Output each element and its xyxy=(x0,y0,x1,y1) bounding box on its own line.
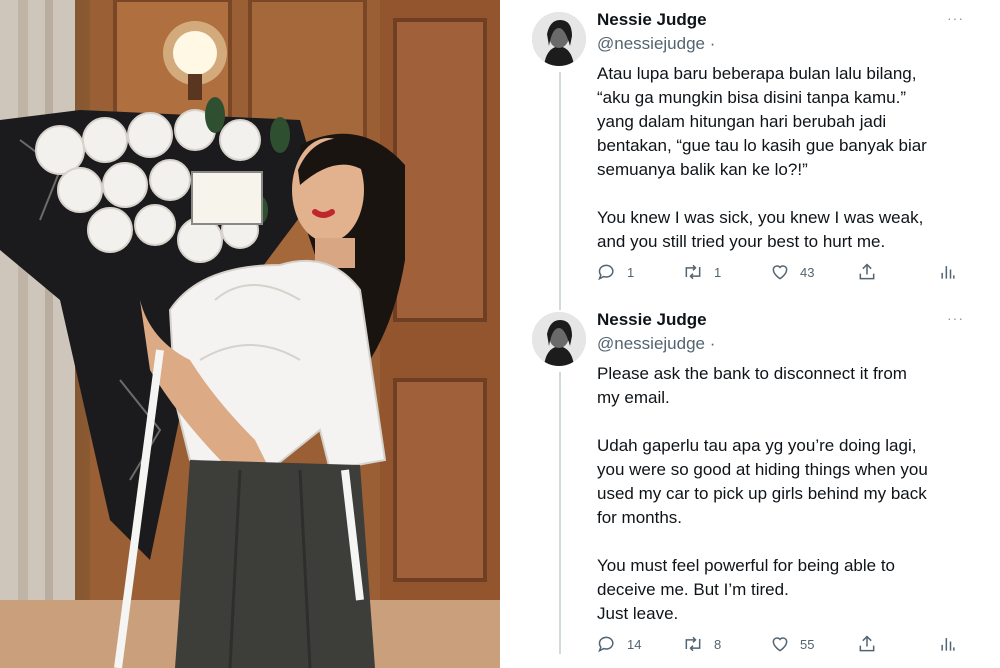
tweet-text: Please ask the bank to disconnect it fro… xyxy=(597,362,987,626)
reply-icon xyxy=(598,264,614,281)
handle-text[interactable]: @nessiejudge xyxy=(597,334,705,353)
tweet-text: Atau lupa baru beberapa bulan lalu bilan… xyxy=(597,62,987,254)
reply-icon xyxy=(598,636,614,653)
tweet-paragraph: You must feel powerful for being able to… xyxy=(597,556,896,623)
tweet-actions: 14 8 55 xyxy=(597,634,977,654)
share-icon xyxy=(859,263,875,280)
share-button[interactable] xyxy=(857,262,877,282)
tweet-paragraph: Udah gaperlu tau apa yg you’re doing lag… xyxy=(597,436,928,527)
analytics-icon xyxy=(941,266,955,279)
retweet-count: 1 xyxy=(714,264,722,280)
photo-illustration xyxy=(0,0,500,668)
retweet-icon xyxy=(685,636,701,652)
tweet: Nessie Judge @nessiejudge · ··· Atau lup… xyxy=(500,0,1000,300)
retweet-button[interactable]: 1 xyxy=(682,262,721,282)
analytics-button[interactable] xyxy=(939,262,957,282)
more-options-icon[interactable]: ··· xyxy=(947,10,964,26)
avatar-photo xyxy=(532,312,586,366)
handle-text[interactable]: @nessiejudge xyxy=(597,34,705,53)
handle-separator: · xyxy=(709,34,716,53)
tweet-paragraph: Atau lupa baru beberapa bulan lalu bilan… xyxy=(597,64,927,179)
retweet-button[interactable]: 8 xyxy=(682,634,721,654)
like-button[interactable]: 43 xyxy=(770,262,814,282)
tweet-actions: 1 1 43 xyxy=(597,262,977,282)
analytics-icon xyxy=(941,638,955,651)
avatar-photo xyxy=(532,12,586,66)
heart-icon xyxy=(772,637,788,652)
handle-separator: · xyxy=(709,334,716,353)
author-handle[interactable]: @nessiejudge · xyxy=(597,34,715,54)
author-name[interactable]: Nessie Judge xyxy=(597,10,707,30)
author-handle[interactable]: @nessiejudge · xyxy=(597,334,715,354)
heart-icon xyxy=(772,265,788,280)
share-icon xyxy=(859,635,875,652)
tweet-paragraph: You knew I was sick, you knew I was weak… xyxy=(597,208,924,251)
retweet-icon xyxy=(685,264,701,280)
reply-button[interactable]: 1 xyxy=(597,262,634,282)
like-button[interactable]: 55 xyxy=(770,634,814,654)
reply-count: 14 xyxy=(627,636,642,652)
avatar[interactable] xyxy=(532,312,586,366)
reply-count: 1 xyxy=(627,264,635,280)
tweet-paragraph: Please ask the bank to disconnect it fro… xyxy=(597,364,907,407)
like-count: 43 xyxy=(800,264,815,280)
share-button[interactable] xyxy=(857,634,877,654)
retweet-count: 8 xyxy=(714,636,722,652)
more-options-icon[interactable]: ··· xyxy=(947,310,964,326)
analytics-button[interactable] xyxy=(939,634,957,654)
avatar[interactable] xyxy=(532,12,586,66)
tweet-thread: Nessie Judge @nessiejudge · ··· Atau lup… xyxy=(500,0,1000,668)
author-name[interactable]: Nessie Judge xyxy=(597,310,707,330)
photo xyxy=(0,0,500,668)
tweet: Nessie Judge @nessiejudge · ··· Please a… xyxy=(500,300,1000,668)
like-count: 55 xyxy=(800,636,815,652)
reply-button[interactable]: 14 xyxy=(597,634,641,654)
